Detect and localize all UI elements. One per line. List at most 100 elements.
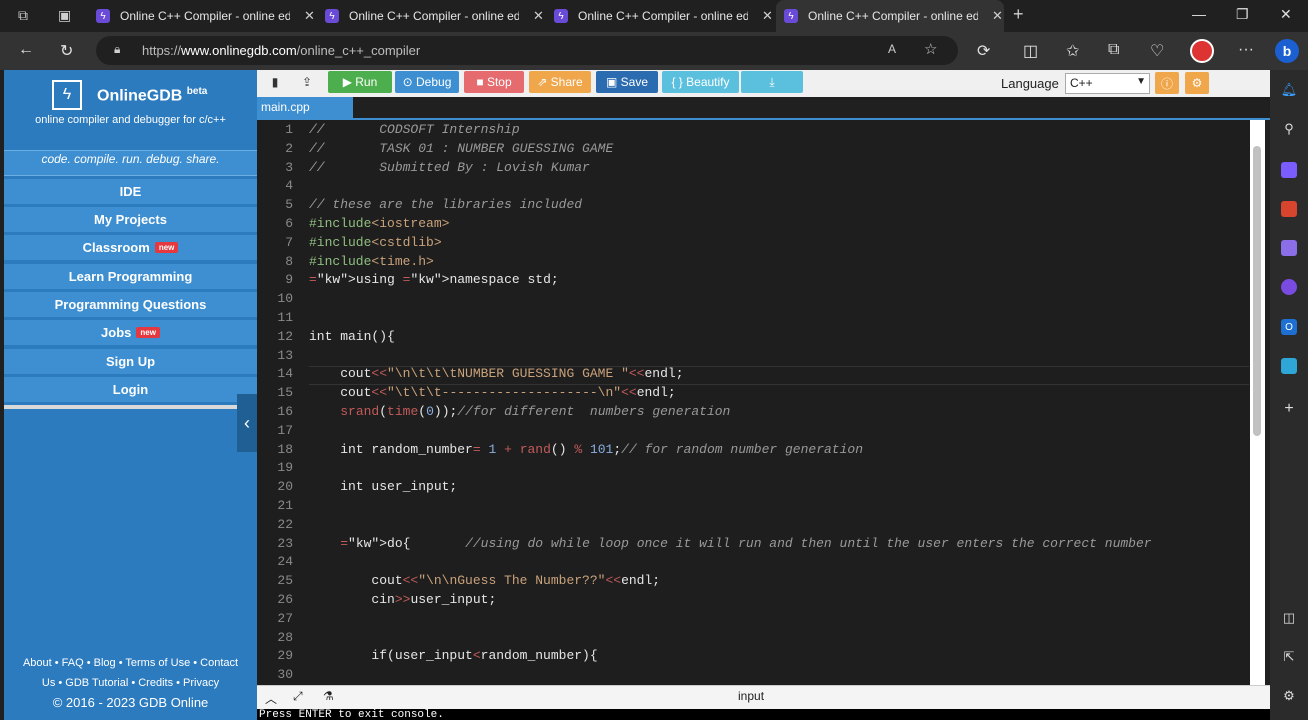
tab-actions-icon[interactable]: ▣: [58, 7, 71, 24]
nav-label: Jobs: [101, 325, 132, 340]
close-tab-icon[interactable]: ✕: [304, 8, 315, 24]
clear-console-icon[interactable]: ⚗: [323, 689, 334, 703]
back-icon[interactable]: ←: [18, 41, 34, 59]
nav-item-my-projects[interactable]: My Projects: [4, 207, 257, 233]
browser-tab-4-active[interactable]: ϟ Online C++ Compiler - online ed ✕: [776, 0, 1004, 32]
nav-item-learn-programming[interactable]: Learn Programming: [4, 264, 257, 290]
url-field[interactable]: 🔒︎ https://www.onlinegdb.com/online_c++_…: [96, 36, 958, 65]
share-button[interactable]: ⇗ Share: [529, 71, 591, 93]
close-tab-icon[interactable]: ✕: [762, 8, 773, 24]
extensions-icon[interactable]: ⟳: [977, 41, 990, 61]
code-line[interactable]: int user_input;: [309, 479, 457, 494]
code-line[interactable]: int main(){: [309, 329, 395, 344]
console-output[interactable]: Press ENTER to exit console.: [257, 709, 1270, 720]
sidebar-layout-icon[interactable]: ◫: [1281, 610, 1297, 626]
more-menu-icon[interactable]: ···: [1238, 41, 1254, 59]
add-sidebar-app-icon[interactable]: +: [1281, 400, 1297, 417]
code-line[interactable]: int random_number= 1 + rand() % 101;// f…: [309, 442, 863, 457]
browser-essentials-icon[interactable]: ♡: [1150, 41, 1164, 61]
code-line[interactable]: cout<<"\n\t\t\tNUMBER GUESSING GAME "<<e…: [309, 366, 683, 381]
editor-scrollbar-thumb[interactable]: [1253, 146, 1261, 436]
settings-button[interactable]: ⚙: [1185, 72, 1209, 94]
refresh-icon[interactable]: ↻: [60, 41, 73, 61]
profile-avatar[interactable]: [1190, 39, 1214, 63]
stop-button[interactable]: ■ Stop: [464, 71, 524, 93]
nav-item-jobs[interactable]: Jobs new: [4, 320, 257, 346]
tools-icon[interactable]: [1281, 201, 1297, 217]
save-button[interactable]: ▣ Save: [596, 71, 658, 93]
code-line[interactable]: if(user_input<random_number){: [309, 648, 597, 663]
shopping-icon[interactable]: [1281, 162, 1297, 178]
search-icon[interactable]: ⚲: [1281, 121, 1297, 137]
nav-item-ide[interactable]: IDE: [4, 179, 257, 205]
code-line[interactable]: // CODSOFT Internship: [309, 122, 520, 137]
info-button[interactable]: ⓘ: [1155, 72, 1179, 94]
language-select[interactable]: C++ ▼: [1065, 73, 1150, 94]
workspaces-icon[interactable]: ⧉: [18, 7, 28, 24]
chevron-up-icon[interactable]: ︿: [265, 690, 277, 707]
browser-tab-2[interactable]: ϟ Online C++ Compiler - online ed ✕: [317, 0, 545, 32]
new-file-button[interactable]: ▮: [263, 71, 287, 93]
code-line[interactable]: ="kw">do{ //using do while loop once it …: [309, 536, 1151, 551]
code-line[interactable]: cout<<"\t\t\t--------------------\n"<<en…: [309, 385, 676, 400]
code-line[interactable]: #include<cstdlib>: [309, 235, 442, 250]
line-number: 19: [277, 460, 293, 476]
code-line[interactable]: // these are the libraries included: [309, 197, 582, 212]
nav-label: My Projects: [94, 212, 167, 227]
onlinegdb-logo-icon[interactable]: ϟ: [52, 80, 82, 110]
code-line[interactable]: ="kw">using ="kw">namespace std;: [309, 272, 559, 287]
new-tab-button[interactable]: +: [1013, 4, 1024, 25]
read-aloud-icon[interactable]: A: [888, 42, 896, 56]
nav-item-sign-up[interactable]: Sign Up: [4, 349, 257, 375]
minimize-icon[interactable]: —: [1192, 6, 1206, 22]
line-number: 24: [277, 554, 293, 570]
notifications-icon[interactable]: 🔔︎: [1281, 82, 1298, 98]
nav-label: Learn Programming: [68, 269, 193, 284]
line-number: 17: [277, 422, 293, 438]
open-external-icon[interactable]: ⇱: [1281, 649, 1297, 665]
line-number: 29: [277, 648, 293, 664]
collapse-sidebar-button[interactable]: ‹: [237, 394, 257, 452]
code-line[interactable]: cin>>user_input;: [309, 592, 496, 607]
file-tab-main-cpp[interactable]: main.cpp: [257, 97, 353, 118]
drop-icon[interactable]: [1281, 358, 1297, 374]
expand-icon[interactable]: ⤢: [293, 689, 303, 704]
line-number: 3: [285, 159, 293, 175]
code-line[interactable]: srand(time(0));//for different numbers g…: [309, 404, 730, 419]
nav-item-programming-questions[interactable]: Programming Questions: [4, 292, 257, 318]
favorites-icon[interactable]: ✩: [1066, 41, 1079, 61]
footer-links-line-1[interactable]: About • FAQ • Blog • Terms of Use • Cont…: [4, 657, 257, 669]
code-line[interactable]: #include<time.h>: [309, 254, 434, 269]
footer-links-line-2[interactable]: Us • GDB Tutorial • Credits • Privacy: [4, 677, 257, 689]
debug-button[interactable]: ⊙ Debug: [395, 71, 459, 93]
download-button[interactable]: ⤓: [741, 71, 803, 93]
nav-item-login[interactable]: Login: [4, 377, 257, 403]
bing-copilot-icon[interactable]: b: [1275, 39, 1299, 63]
copilot-icon[interactable]: [1281, 279, 1297, 295]
split-screen-icon[interactable]: ◫: [1023, 41, 1038, 61]
upload-button[interactable]: ⇪: [295, 71, 319, 93]
beautify-button[interactable]: { } Beautify: [662, 71, 739, 93]
outlook-icon[interactable]: O: [1281, 319, 1297, 335]
line-number: 21: [277, 498, 293, 513]
collections-icon[interactable]: ⧉: [1108, 41, 1119, 59]
nav-item-classroom[interactable]: Classroom new: [4, 235, 257, 261]
play-icon: ▶: [342, 75, 356, 89]
browser-tab-1[interactable]: ϟ Online C++ Compiler - online ed ✕: [88, 0, 316, 32]
line-number: 15: [277, 385, 293, 401]
code-line[interactable]: // Submitted By : Lovish Kumar: [309, 160, 590, 175]
sidebar-settings-icon[interactable]: ⚙: [1281, 688, 1297, 704]
code-line[interactable]: // TASK 01 : NUMBER GUESSING GAME: [309, 141, 613, 156]
brand-name[interactable]: OnlineGDB beta: [97, 86, 207, 105]
restore-icon[interactable]: ❐: [1236, 6, 1249, 23]
browser-tab-3[interactable]: ϟ Online C++ Compiler - online ed ✕: [546, 0, 774, 32]
code-editor[interactable]: 1 // CODSOFT Internship 2 // TASK 01 : NUMB…: [257, 120, 1250, 685]
code-line[interactable]: #include<iostream>: [309, 216, 449, 231]
close-tab-icon[interactable]: ✕: [533, 8, 544, 24]
close-tab-icon[interactable]: ✕: [992, 8, 1003, 24]
run-button[interactable]: ▶ Run: [328, 71, 392, 93]
games-icon[interactable]: [1281, 240, 1297, 256]
favorite-star-icon[interactable]: ☆: [924, 40, 937, 58]
code-line[interactable]: cout<<"\n\nGuess The Number??"<<endl;: [309, 573, 660, 588]
close-window-icon[interactable]: ✕: [1280, 6, 1292, 23]
